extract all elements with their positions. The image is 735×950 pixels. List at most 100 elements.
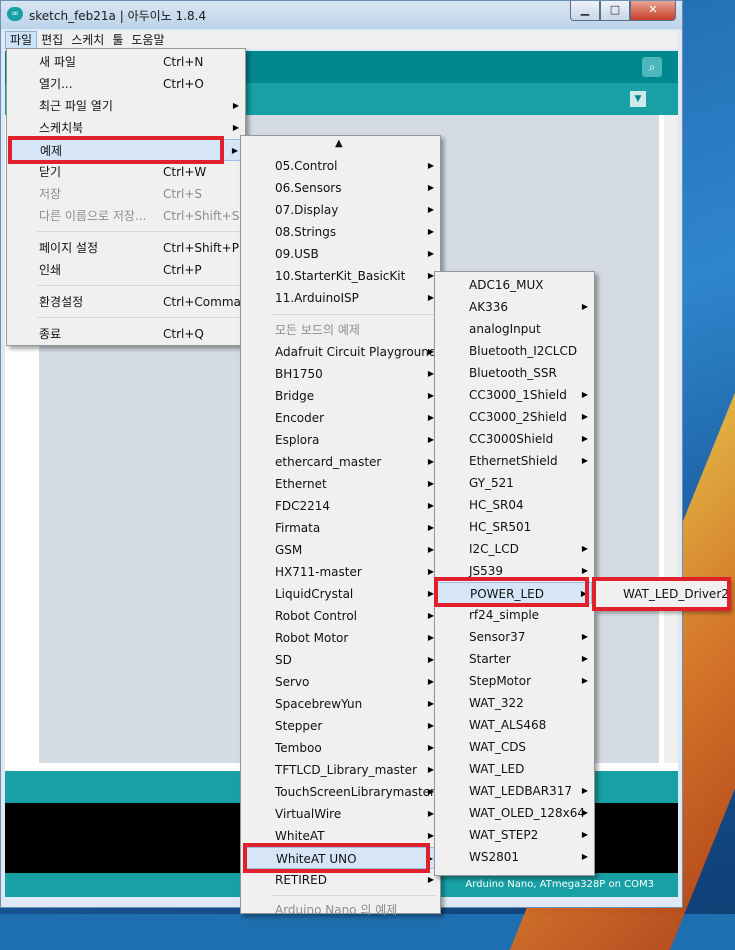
menu-item-open[interactable]: 열기... Ctrl+O xyxy=(9,73,243,95)
example-item[interactable]: 10.StarterKit_BasicKit ▶ xyxy=(243,265,438,287)
board-example-item[interactable]: Ethernet ▶ xyxy=(243,473,438,495)
close-button[interactable]: ✕ xyxy=(630,1,676,21)
sketch-item[interactable]: StepMotor ▶ xyxy=(437,670,592,692)
sketch-item[interactable]: Starter ▶ xyxy=(437,648,592,670)
minimize-button[interactable]: ▁ xyxy=(570,1,600,21)
sketch-item[interactable]: rf24_simple xyxy=(437,604,592,626)
window-title: sketch_feb21a | 아두이노 1.8.4 xyxy=(29,9,207,23)
board-example-item[interactable]: Encoder ▶ xyxy=(243,407,438,429)
board-example-item[interactable]: Servo ▶ xyxy=(243,671,438,693)
board-example-item[interactable]: SpacebrewYun ▶ xyxy=(243,693,438,715)
menu-file[interactable]: 파일 xyxy=(5,31,38,49)
board-example-item[interactable]: Esplora ▶ xyxy=(243,429,438,451)
sketch-item[interactable]: EthernetShield ▶ xyxy=(437,450,592,472)
chevron-right-icon: ▶ xyxy=(427,205,434,214)
chevron-right-icon: ▶ xyxy=(232,123,239,132)
chevron-right-icon: ▶ xyxy=(581,302,588,311)
menu-separator xyxy=(37,231,241,232)
sketch-item[interactable]: WAT_ALS468 xyxy=(437,714,592,736)
board-example-item[interactable]: Firmata ▶ xyxy=(243,517,438,539)
board-example-item[interactable]: LiquidCrystal ▶ xyxy=(243,583,438,605)
board-status: Arduino Nano, ATmega328P on COM3 xyxy=(465,879,654,890)
sketch-item[interactable]: analogInput xyxy=(437,318,592,340)
highlight-box xyxy=(434,577,589,607)
menu-sketch[interactable]: 스케치 xyxy=(67,31,108,49)
serial-monitor-icon[interactable]: ⌕ xyxy=(642,57,662,77)
board-example-item[interactable]: TFTLCD_Library_master ▶ xyxy=(243,759,438,781)
sketch-item[interactable]: AK336 ▶ xyxy=(437,296,592,318)
chevron-right-icon: ▶ xyxy=(581,456,588,465)
menu-separator xyxy=(271,314,436,315)
sketch-item[interactable]: I2C_LCD ▶ xyxy=(437,538,592,560)
board-example-item[interactable]: TouchScreenLibrarymaster ▶ xyxy=(243,781,438,803)
board-example-item[interactable]: ethercard_master ▶ xyxy=(243,451,438,473)
maximize-button[interactable]: □ xyxy=(600,1,630,21)
sketch-item[interactable]: GY_521 xyxy=(437,472,592,494)
highlight-box xyxy=(592,577,731,611)
sketch-item[interactable]: CC3000_1Shield ▶ xyxy=(437,384,592,406)
board-example-item[interactable]: BH1750 ▶ xyxy=(243,363,438,385)
scroll-up-icon[interactable]: ▲ xyxy=(335,138,343,149)
board-example-item[interactable]: SD ▶ xyxy=(243,649,438,671)
chevron-right-icon: ▶ xyxy=(427,249,434,258)
tab-dropdown-icon[interactable]: ▼ xyxy=(630,91,646,107)
board-example-item[interactable]: GSM ▶ xyxy=(243,539,438,561)
chevron-right-icon: ▶ xyxy=(581,830,588,839)
board-example-item[interactable]: Bridge ▶ xyxy=(243,385,438,407)
menu-help[interactable]: 도움말 xyxy=(127,31,168,49)
board-example-item[interactable]: Stepper ▶ xyxy=(243,715,438,737)
menu-bar: 파일 편집 스케치 툴 도움말 xyxy=(5,31,678,49)
sketch-item[interactable]: WAT_OLED_128x64 ▶ xyxy=(437,802,592,824)
sketch-item[interactable]: WAT_LED xyxy=(437,758,592,780)
sketch-item[interactable]: CC3000_2Shield ▶ xyxy=(437,406,592,428)
board-example-item[interactable]: Adafruit Circuit Playground ▶ xyxy=(243,341,438,363)
board-example-item[interactable]: HX711-master ▶ xyxy=(243,561,438,583)
menu-separator xyxy=(271,895,436,896)
example-item[interactable]: 08.Strings ▶ xyxy=(243,221,438,243)
menu-item-print[interactable]: 인쇄 Ctrl+P xyxy=(9,259,243,281)
sketch-item[interactable]: WAT_STEP2 ▶ xyxy=(437,824,592,846)
chevron-right-icon: ▶ xyxy=(427,161,434,170)
board-example-item[interactable]: Temboo ▶ xyxy=(243,737,438,759)
sketch-item[interactable]: CC3000Shield ▶ xyxy=(437,428,592,450)
highlight-box xyxy=(243,843,430,873)
sketch-item[interactable]: WAT_CDS xyxy=(437,736,592,758)
sketch-item[interactable]: WAT_322 xyxy=(437,692,592,714)
menu-item-new[interactable]: 새 파일 Ctrl+N xyxy=(9,51,243,73)
sketch-item[interactable]: HC_SR04 xyxy=(437,494,592,516)
sketch-item[interactable]: WS2801 ▶ xyxy=(437,846,592,868)
whiteat-uno-menu: ADC16_MUX AK336 ▶ analogInput Bluetooth_I… xyxy=(434,271,595,876)
menu-edit[interactable]: 편집 xyxy=(37,31,67,49)
menu-item-quit[interactable]: 종료 Ctrl+Q xyxy=(9,323,243,345)
menu-item-save-as: 다른 이름으로 저장... Ctrl+Shift+S xyxy=(39,209,240,223)
menu-item-close[interactable]: 닫기 Ctrl+W xyxy=(9,161,243,183)
examples-menu: ▲ 05.Control ▶ 06.Sensors ▶ 07.Display ▶ 08… xyxy=(240,135,441,917)
example-item[interactable]: 07.Display ▶ xyxy=(243,199,438,221)
example-item[interactable]: 05.Control ▶ xyxy=(243,155,438,177)
board-example-item[interactable]: Robot Motor ▶ xyxy=(243,627,438,649)
sketch-item[interactable]: Sensor37 ▶ xyxy=(437,626,592,648)
menu-item-preferences[interactable]: 환경설정 Ctrl+Comma xyxy=(9,291,243,313)
sketch-item[interactable]: HC_SR501 xyxy=(437,516,592,538)
menu-item-recent[interactable]: 최근 파일 열기 ▶ xyxy=(9,95,243,117)
menu-item-page-setup[interactable]: 페이지 설정 Ctrl+Shift+P xyxy=(9,237,243,259)
board-example-item[interactable]: FDC2214 ▶ xyxy=(243,495,438,517)
chevron-right-icon: ▶ xyxy=(581,632,588,641)
board-example-item[interactable]: VirtualWire ▶ xyxy=(243,803,438,825)
example-item[interactable]: 09.USB ▶ xyxy=(243,243,438,265)
arduino-infinity-icon: ∞ xyxy=(7,7,23,21)
example-item[interactable]: 11.ArduinoISP ▶ xyxy=(243,287,438,309)
sketch-item[interactable]: Bluetooth_I2CLCD xyxy=(437,340,592,362)
sketch-item[interactable]: WAT_LEDBAR317 ▶ xyxy=(437,780,592,802)
sketch-item[interactable]: ADC16_MUX xyxy=(437,274,592,296)
title-bar[interactable]: ∞ sketch_feb21a | 아두이노 1.8.4 ▁ □ ✕ xyxy=(1,1,682,29)
board-example-item[interactable]: Robot Control ▶ xyxy=(243,605,438,627)
chevron-right-icon: ▶ xyxy=(581,808,588,817)
example-item[interactable]: 06.Sensors ▶ xyxy=(243,177,438,199)
menu-tools[interactable]: 툴 xyxy=(108,31,127,49)
chevron-right-icon: ▶ xyxy=(581,786,588,795)
chevron-right-icon: ▶ xyxy=(581,434,588,443)
sketch-item[interactable]: Bluetooth_SSR xyxy=(437,362,592,384)
chevron-right-icon: ▶ xyxy=(581,544,588,553)
editor-scrollbar[interactable] xyxy=(664,115,678,763)
